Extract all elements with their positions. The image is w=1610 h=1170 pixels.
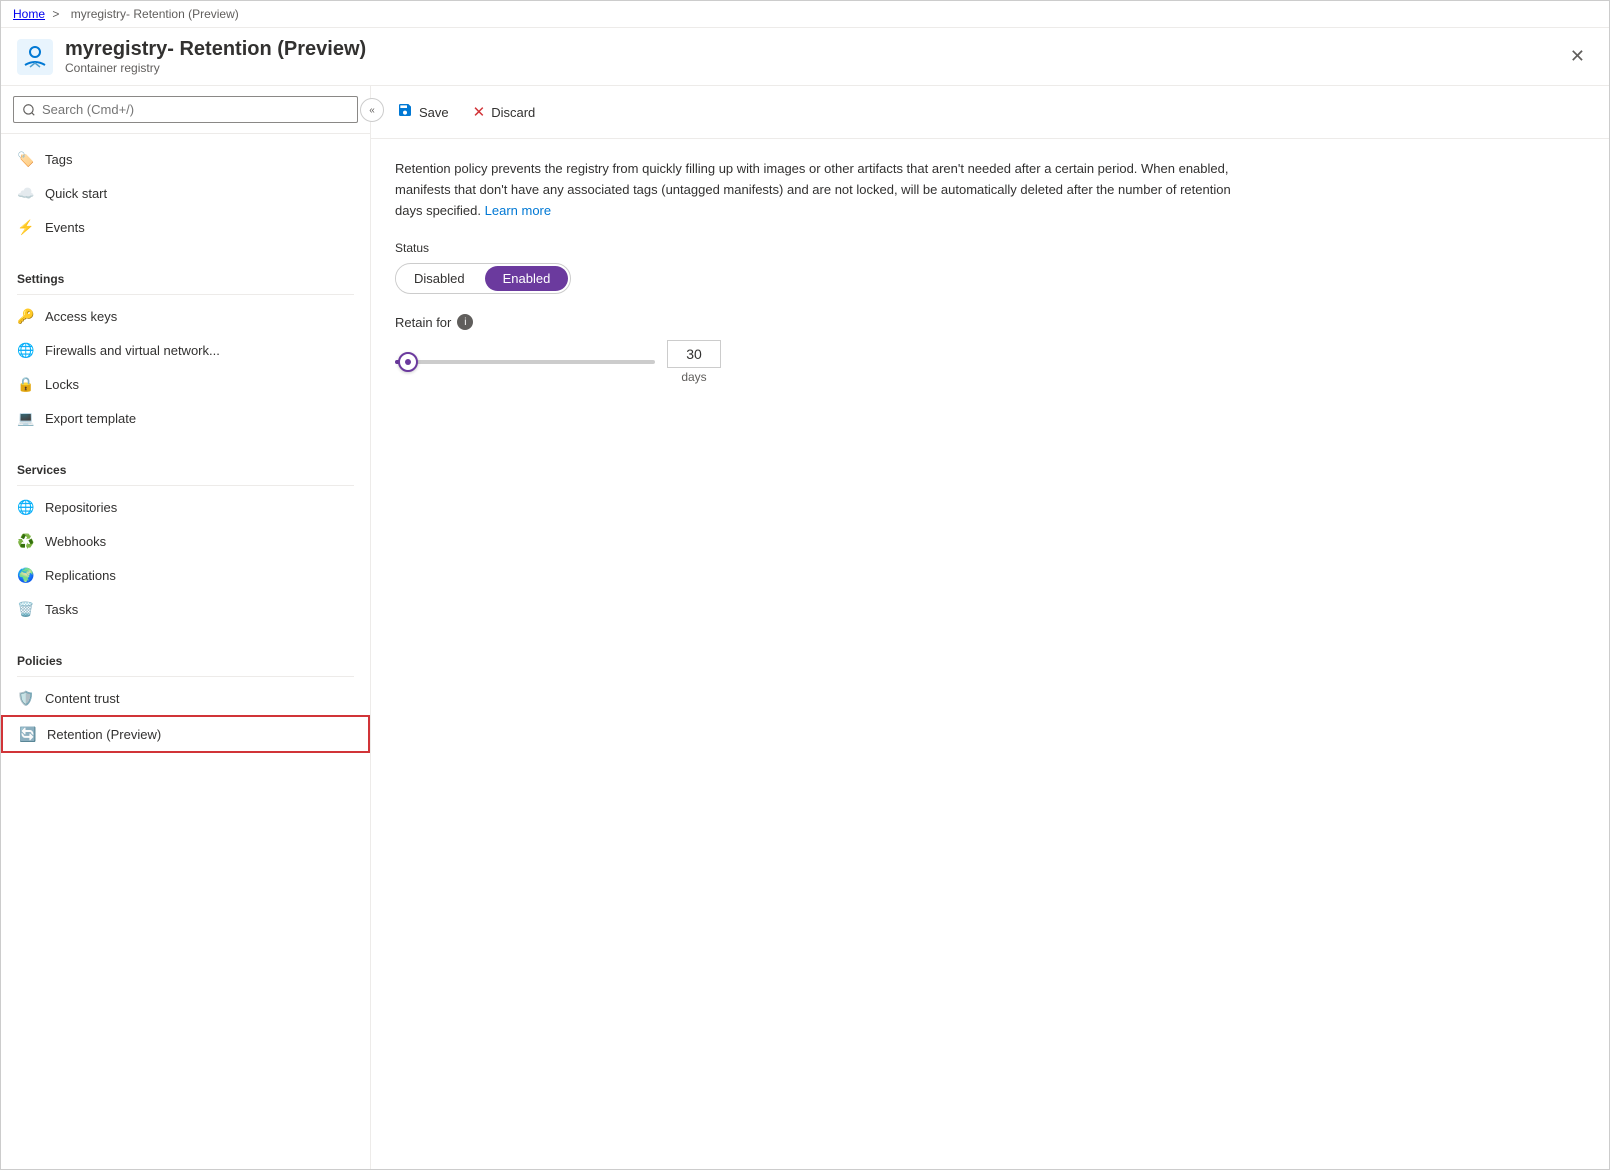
status-disabled-option[interactable]: Disabled bbox=[396, 266, 483, 291]
save-button[interactable]: Save bbox=[387, 96, 459, 128]
info-icon[interactable]: i bbox=[457, 314, 473, 330]
slider-track[interactable] bbox=[395, 360, 655, 364]
sidebar-item-label: Events bbox=[45, 220, 85, 235]
sidebar-item-locks[interactable]: 🔒 Locks bbox=[1, 367, 370, 401]
webhooks-icon: ♻️ bbox=[17, 532, 35, 550]
services-section-title: Services bbox=[1, 451, 370, 481]
page-title: myregistry- Retention (Preview) bbox=[65, 38, 366, 61]
close-button[interactable]: ✕ bbox=[1562, 42, 1593, 71]
sidebar-item-label: Content trust bbox=[45, 691, 119, 706]
sidebar-item-label: Quick start bbox=[45, 186, 107, 201]
tags-icon: 🏷️ bbox=[17, 150, 35, 168]
days-unit: days bbox=[681, 370, 706, 384]
discard-label: Discard bbox=[491, 105, 535, 120]
breadcrumb: Home > myregistry- Retention (Preview) bbox=[1, 1, 1609, 28]
replications-icon: 🌍 bbox=[17, 566, 35, 584]
nav-top-section: 🏷️ Tags ☁️ Quick start ⚡ Events bbox=[1, 134, 370, 252]
discard-button[interactable]: ✕ Discard bbox=[463, 97, 546, 127]
page-subtitle: Container registry bbox=[65, 61, 366, 75]
sidebar-item-repositories[interactable]: 🌐 Repositories bbox=[1, 490, 370, 524]
access-keys-icon: 🔑 bbox=[17, 307, 35, 325]
sidebar-item-label: Tasks bbox=[45, 602, 78, 617]
sidebar-item-access-keys[interactable]: 🔑 Access keys bbox=[1, 299, 370, 333]
sidebar-item-webhooks[interactable]: ♻️ Webhooks bbox=[1, 524, 370, 558]
sidebar-item-label: Locks bbox=[45, 377, 79, 392]
slider-row: days bbox=[395, 340, 1585, 384]
status-enabled-option[interactable]: Enabled bbox=[485, 266, 569, 291]
breadcrumb-separator: > bbox=[52, 7, 59, 21]
retention-icon: 🔄 bbox=[19, 725, 37, 743]
page-header: myregistry- Retention (Preview) Containe… bbox=[1, 28, 1609, 86]
sidebar-item-label: Export template bbox=[45, 411, 136, 426]
days-input[interactable] bbox=[667, 340, 721, 368]
slider-thumb[interactable] bbox=[398, 352, 418, 372]
settings-section: Settings 🔑 Access keys 🌐 Firewalls and v… bbox=[1, 252, 370, 443]
policies-section-title: Policies bbox=[1, 642, 370, 672]
locks-icon: 🔒 bbox=[17, 375, 35, 393]
sidebar-item-quickstart[interactable]: ☁️ Quick start bbox=[1, 176, 370, 210]
status-section: Status Disabled Enabled bbox=[395, 241, 1585, 294]
save-label: Save bbox=[419, 105, 449, 120]
sidebar-item-content-trust[interactable]: 🛡️ Content trust bbox=[1, 681, 370, 715]
sidebar-item-label: Replications bbox=[45, 568, 116, 583]
status-label: Status bbox=[395, 241, 1585, 255]
main-layout: « 🏷️ Tags ☁️ Quick start ⚡ Events Settin… bbox=[1, 86, 1609, 1169]
events-icon: ⚡ bbox=[17, 218, 35, 236]
learn-more-link[interactable]: Learn more bbox=[485, 203, 551, 218]
policies-section: Policies 🛡️ Content trust 🔄 Retention (P… bbox=[1, 634, 370, 761]
sidebar-item-replications[interactable]: 🌍 Replications bbox=[1, 558, 370, 592]
search-input[interactable] bbox=[13, 96, 358, 123]
sidebar-item-export-template[interactable]: 💻 Export template bbox=[1, 401, 370, 435]
sidebar-item-retention[interactable]: 🔄 Retention (Preview) bbox=[1, 715, 370, 753]
sidebar-item-label: Firewalls and virtual network... bbox=[45, 343, 220, 358]
toolbar: Save ✕ Discard bbox=[371, 86, 1609, 139]
sidebar-item-label: Tags bbox=[45, 152, 72, 167]
content-area: Save ✕ Discard Retention policy prevents… bbox=[371, 86, 1609, 1169]
days-input-wrap: days bbox=[667, 340, 721, 384]
sidebar-item-firewalls[interactable]: 🌐 Firewalls and virtual network... bbox=[1, 333, 370, 367]
settings-section-title: Settings bbox=[1, 260, 370, 290]
save-icon bbox=[397, 102, 413, 122]
tasks-icon: 🗑️ bbox=[17, 600, 35, 618]
export-icon: 💻 bbox=[17, 409, 35, 427]
policies-divider bbox=[17, 676, 354, 677]
sidebar-item-tags[interactable]: 🏷️ Tags bbox=[1, 142, 370, 176]
breadcrumb-home[interactable]: Home bbox=[13, 7, 45, 21]
retention-description: Retention policy prevents the registry f… bbox=[395, 159, 1255, 221]
sidebar-item-label: Retention (Preview) bbox=[47, 727, 161, 742]
discard-icon: ✕ bbox=[473, 103, 486, 121]
sidebar-item-events[interactable]: ⚡ Events bbox=[1, 210, 370, 244]
sidebar-search-area bbox=[1, 86, 370, 134]
repositories-icon: 🌐 bbox=[17, 498, 35, 516]
content-trust-icon: 🛡️ bbox=[17, 689, 35, 707]
content-body: Retention policy prevents the registry f… bbox=[371, 139, 1609, 1169]
services-section: Services 🌐 Repositories ♻️ Webhooks 🌍 Re… bbox=[1, 443, 370, 634]
sidebar-item-label: Access keys bbox=[45, 309, 117, 324]
retain-for-label: Retain for i bbox=[395, 314, 1585, 330]
sidebar-collapse-button[interactable]: « bbox=[360, 98, 384, 122]
breadcrumb-current: myregistry- Retention (Preview) bbox=[71, 7, 239, 21]
retain-for-section: Retain for i days bbox=[395, 314, 1585, 384]
sidebar: « 🏷️ Tags ☁️ Quick start ⚡ Events Settin… bbox=[1, 86, 371, 1169]
header-left: myregistry- Retention (Preview) Containe… bbox=[17, 38, 366, 75]
sidebar-item-label: Repositories bbox=[45, 500, 117, 515]
services-divider bbox=[17, 485, 354, 486]
settings-divider bbox=[17, 294, 354, 295]
quickstart-icon: ☁️ bbox=[17, 184, 35, 202]
registry-icon bbox=[17, 39, 53, 75]
status-toggle[interactable]: Disabled Enabled bbox=[395, 263, 571, 294]
header-text: myregistry- Retention (Preview) Containe… bbox=[65, 38, 366, 75]
sidebar-item-label: Webhooks bbox=[45, 534, 106, 549]
sidebar-item-tasks[interactable]: 🗑️ Tasks bbox=[1, 592, 370, 626]
firewalls-icon: 🌐 bbox=[17, 341, 35, 359]
